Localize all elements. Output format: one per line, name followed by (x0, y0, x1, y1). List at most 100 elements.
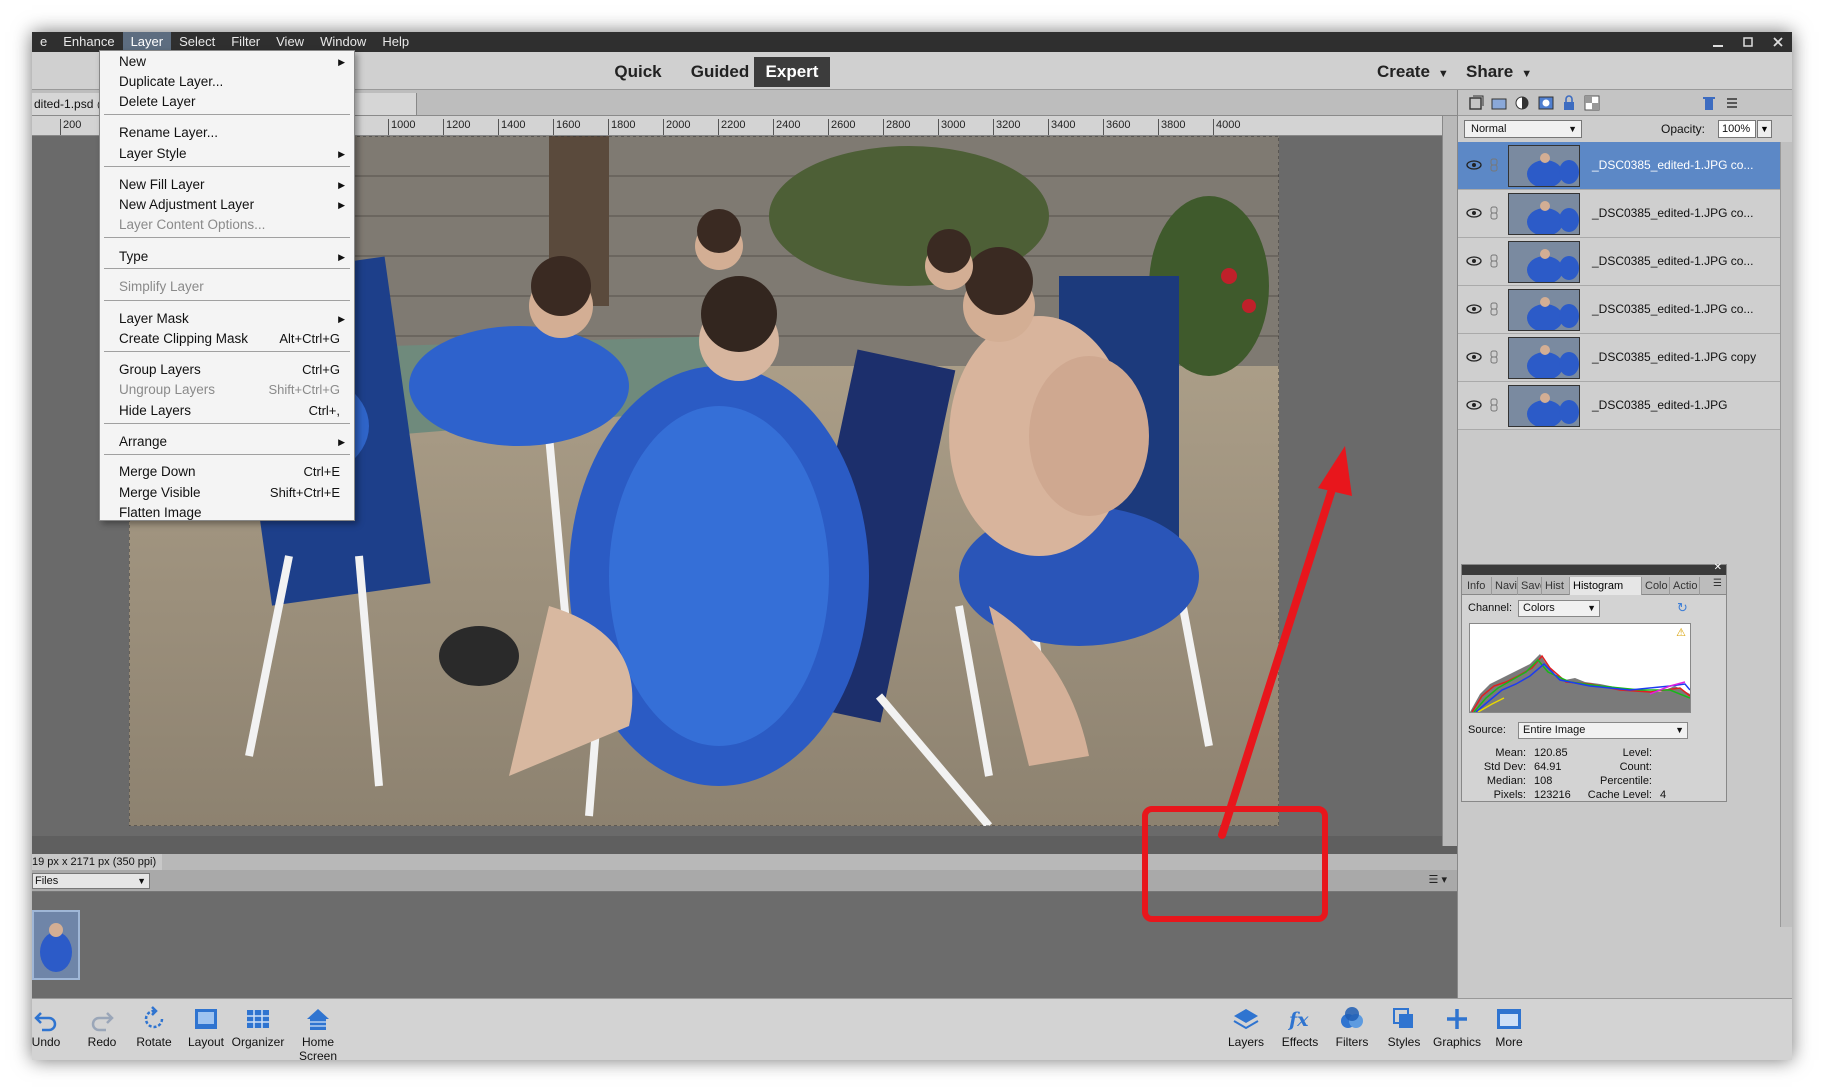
link-icon[interactable] (1490, 350, 1498, 364)
tab-navigator[interactable]: Navi (1492, 577, 1518, 595)
lock-icon[interactable] (1561, 95, 1577, 111)
layers-button[interactable]: Layers (1216, 1003, 1276, 1057)
layers-scrollbar[interactable] (1780, 142, 1792, 927)
canvas-vertical-scrollbar[interactable] (1442, 116, 1457, 846)
menu-window[interactable]: Window (312, 32, 374, 52)
bin-source-select[interactable]: Files ▼ (32, 873, 150, 889)
opacity-input[interactable]: 100% (1718, 120, 1756, 138)
link-icon[interactable] (1490, 158, 1498, 172)
menu-select[interactable]: Select (171, 32, 223, 52)
effects-button[interactable]: fx Effects (1270, 1003, 1330, 1057)
undo-button[interactable]: Undo (32, 1003, 76, 1057)
eye-icon[interactable] (1466, 254, 1482, 268)
eye-icon[interactable] (1466, 158, 1482, 172)
layer-row[interactable]: _DSC0385_edited-1.JPG co... (1458, 238, 1780, 286)
menu-help[interactable]: Help (374, 32, 417, 52)
filters-button[interactable]: Filters (1322, 1003, 1382, 1057)
layer-mask-icon[interactable] (1538, 95, 1554, 111)
menu-item-simplify-layer[interactable]: Simplify Layer (100, 277, 354, 297)
restore-icon[interactable] (1742, 36, 1754, 48)
mean-label: Mean: (1495, 747, 1526, 759)
layer-row[interactable]: _DSC0385_edited-1.JPG copy (1458, 334, 1780, 382)
link-icon[interactable] (1490, 302, 1498, 316)
share-menu[interactable]: Share ▼ (1466, 57, 1532, 87)
opacity-dropdown-button[interactable]: ▼ (1757, 120, 1772, 138)
menu-item-new-adjustment-layer[interactable]: New Adjustment Layer ▶ (100, 195, 354, 215)
layer-row[interactable]: _DSC0385_edited-1.JPG co... (1458, 142, 1780, 190)
menu-item-label: New Adjustment Layer (119, 197, 255, 212)
menu-item-new[interactable]: New ▶ (100, 52, 354, 72)
layout-button[interactable]: Layout (176, 1003, 236, 1057)
tab-histogram[interactable]: Histogram (1570, 577, 1642, 595)
link-icon[interactable] (1490, 398, 1498, 412)
menu-e[interactable]: e (32, 32, 55, 52)
eye-icon[interactable] (1466, 398, 1482, 412)
menu-filter[interactable]: Filter (223, 32, 268, 52)
channel-select[interactable]: Colors ▼ (1518, 600, 1600, 617)
layer-row[interactable]: _DSC0385_edited-1.JPG co... (1458, 190, 1780, 238)
panel-menu-icon[interactable] (1724, 95, 1740, 111)
menu-item-duplicate-layer[interactable]: Duplicate Layer... (100, 72, 354, 92)
more-button[interactable]: More (1479, 1003, 1539, 1057)
menu-item-ungroup-layers[interactable]: Ungroup Layers Shift+Ctrl+G (100, 380, 354, 400)
layer-row[interactable]: _DSC0385_edited-1.JPG (1458, 382, 1780, 430)
minimize-icon[interactable] (1712, 36, 1724, 48)
level-label: Level: (1622, 747, 1652, 759)
new-group-icon[interactable] (1491, 95, 1507, 111)
menu-item-layer-mask[interactable]: Layer Mask ▶ (100, 309, 354, 329)
mode-expert-tab[interactable]: Expert (754, 57, 830, 87)
tab-hist[interactable]: Hist (1542, 577, 1570, 595)
new-layer-icon[interactable] (1468, 95, 1484, 111)
menu-item-create-clipping-mask[interactable]: Create Clipping Mask Alt+Ctrl+G (100, 329, 354, 349)
panel-menu-icon[interactable]: ☰ (1713, 578, 1722, 589)
tab-save[interactable]: Save (1518, 577, 1542, 595)
menu-item-layer-style[interactable]: Layer Style ▶ (100, 144, 354, 164)
styles-label: Styles (1387, 1035, 1421, 1049)
menu-view[interactable]: View (268, 32, 312, 52)
bin-thumbnail[interactable] (32, 910, 80, 980)
layer-row[interactable]: _DSC0385_edited-1.JPG co... (1458, 286, 1780, 334)
menu-item-layer-content-options[interactable]: Layer Content Options... (100, 215, 354, 235)
bin-menu-icon[interactable]: ☰ ▾ (1429, 873, 1447, 886)
menu-item-type[interactable]: Type ▶ (100, 247, 354, 267)
menu-item-new-fill-layer[interactable]: New Fill Layer ▶ (100, 175, 354, 195)
mode-guided-tab[interactable]: Guided (680, 57, 760, 87)
menu-item-merge-down[interactable]: Merge Down Ctrl+E (100, 462, 354, 482)
lock-transparency-icon[interactable] (1584, 95, 1600, 111)
close-icon[interactable]: ✕ (1714, 562, 1722, 573)
menu-item-rename-layer[interactable]: Rename Layer... (100, 123, 354, 143)
menu-item-arrange[interactable]: Arrange ▶ (100, 432, 354, 452)
redo-button[interactable]: Redo (72, 1003, 132, 1057)
eye-icon[interactable] (1466, 350, 1482, 364)
menu-item-group-layers[interactable]: Group Layers Ctrl+G (100, 360, 354, 380)
link-icon[interactable] (1490, 206, 1498, 220)
menu-item-merge-visible[interactable]: Merge Visible Shift+Ctrl+E (100, 483, 354, 503)
tab-color[interactable]: Colo (1642, 577, 1670, 595)
menu-item-flatten-image[interactable]: Flatten Image (100, 503, 354, 523)
eye-icon[interactable] (1466, 206, 1482, 220)
rotate-button[interactable]: Rotate (124, 1003, 184, 1057)
create-menu[interactable]: Create ▼ (1377, 57, 1449, 87)
adjustment-layer-icon[interactable] (1514, 95, 1530, 111)
mode-quick-tab[interactable]: Quick (606, 57, 670, 87)
tab-info[interactable]: Info (1464, 577, 1492, 595)
blend-mode-select[interactable]: Normal ▼ (1464, 120, 1582, 138)
menu-layer[interactable]: Layer (122, 32, 172, 52)
menu-enhance[interactable]: Enhance (55, 32, 122, 52)
trash-icon[interactable] (1701, 95, 1717, 111)
layer-dropdown-menu: New ▶ Duplicate Layer... Delete Layer Ren… (99, 50, 355, 521)
home-screen-button[interactable]: Home Screen (288, 1003, 348, 1060)
styles-button[interactable]: Styles (1374, 1003, 1434, 1057)
graphics-button[interactable]: Graphics (1427, 1003, 1487, 1057)
menu-item-hide-layers[interactable]: Hide Layers Ctrl+, (100, 401, 354, 421)
organizer-button[interactable]: Organizer (228, 1003, 288, 1057)
warning-icon[interactable]: ⚠ (1676, 626, 1686, 639)
link-icon[interactable] (1490, 254, 1498, 268)
refresh-icon[interactable]: ↻ (1677, 600, 1688, 616)
tab-actions[interactable]: Actio (1670, 577, 1700, 595)
source-select[interactable]: Entire Image ▼ (1518, 722, 1688, 739)
close-icon[interactable] (1772, 36, 1784, 48)
graphics-label: Graphics (1432, 1035, 1482, 1049)
menu-item-delete-layer[interactable]: Delete Layer (100, 92, 354, 112)
eye-icon[interactable] (1466, 302, 1482, 316)
